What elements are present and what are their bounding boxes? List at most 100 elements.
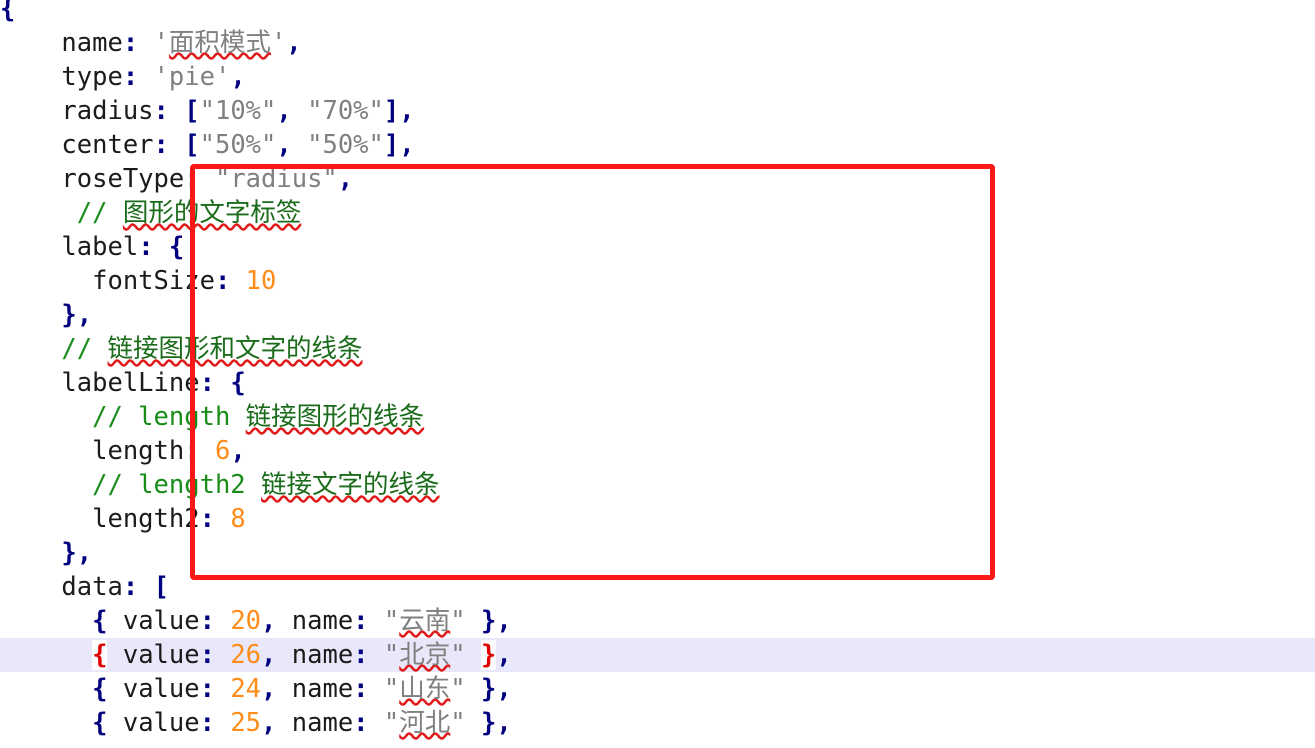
code-token-punct: , bbox=[286, 28, 302, 58]
code-token-comment-cn: 链接图形的线条 bbox=[245, 402, 425, 432]
code-line[interactable]: name: '面积模式', bbox=[0, 26, 1315, 60]
code-token-punct: ], bbox=[383, 130, 415, 160]
code-token-punct: { bbox=[230, 368, 246, 398]
code-line[interactable]: length2: 8 bbox=[0, 502, 1315, 536]
code-line[interactable]: { value: 26, name: "北京" }, bbox=[0, 638, 1315, 672]
code-token-key: center bbox=[61, 130, 154, 160]
code-token-key bbox=[169, 96, 184, 126]
code-line[interactable]: data: [ bbox=[0, 570, 1315, 604]
code-token-key bbox=[138, 62, 153, 92]
code-token-key bbox=[215, 606, 230, 636]
code-token-punct: { bbox=[92, 606, 108, 636]
code-line[interactable]: }, bbox=[0, 298, 1315, 332]
code-token-comment-cn: 链接文字的线条 bbox=[261, 470, 440, 500]
code-token-punct: { bbox=[92, 708, 108, 738]
code-line[interactable]: { value: 24, name: "山东" }, bbox=[0, 672, 1315, 706]
code-token-key bbox=[292, 96, 307, 126]
code-line[interactable]: type: 'pie', bbox=[0, 60, 1315, 94]
code-token-key bbox=[138, 572, 153, 602]
code-token-key bbox=[292, 130, 307, 160]
code-token-punct: : bbox=[122, 62, 139, 92]
code-token-punct: , bbox=[337, 164, 354, 194]
code-line[interactable]: // length2 链接文字的线条 bbox=[0, 468, 1315, 502]
code-token-str: " bbox=[383, 674, 400, 704]
code-line[interactable]: roseType: "radius", bbox=[0, 162, 1315, 196]
code-token-punct: , bbox=[261, 708, 277, 738]
code-token-punct: , bbox=[496, 640, 512, 670]
code-token-str: "50%" bbox=[307, 130, 384, 160]
code-token-punct: : bbox=[353, 640, 369, 670]
code-token-key: value bbox=[107, 606, 200, 636]
code-content[interactable]: { name: '面积模式', type: 'pie', radius: ["1… bbox=[0, 0, 1315, 740]
code-token-key: radius bbox=[61, 96, 154, 126]
code-token-punct: [ bbox=[184, 130, 200, 160]
code-token-str: " bbox=[450, 640, 466, 670]
code-token-str-cn: 北京 bbox=[399, 640, 451, 670]
code-line[interactable]: }, bbox=[0, 536, 1315, 570]
code-line[interactable]: label: { bbox=[0, 230, 1315, 264]
code-token-key bbox=[369, 674, 384, 704]
code-line[interactable]: length: 6, bbox=[0, 434, 1315, 468]
code-line[interactable]: fontSize: 10 bbox=[0, 264, 1315, 298]
code-token-key bbox=[169, 130, 184, 160]
code-token-key: type bbox=[61, 62, 123, 92]
code-token-comment-cn: 图形的文字标签 bbox=[122, 198, 302, 228]
code-line[interactable]: radius: ["10%", "70%"], bbox=[0, 94, 1315, 128]
code-token-brace-match: } bbox=[480, 640, 497, 670]
code-token-comment: // bbox=[61, 334, 108, 364]
code-token-key bbox=[215, 708, 230, 738]
code-token-punct: }, bbox=[480, 606, 512, 636]
code-token-punct: ], bbox=[383, 96, 415, 126]
code-line[interactable]: { value: 25, name: "河北" }, bbox=[0, 706, 1315, 740]
code-line[interactable]: labelLine: { bbox=[0, 366, 1315, 400]
code-token-key bbox=[466, 606, 481, 636]
code-token-punct: }, bbox=[480, 674, 512, 704]
code-line[interactable]: // length 链接图形的线条 bbox=[0, 400, 1315, 434]
code-token-str: " bbox=[383, 606, 400, 636]
code-token-num: 10 bbox=[245, 266, 277, 296]
code-token-str: " bbox=[450, 674, 466, 704]
code-token-key: length2 bbox=[92, 504, 200, 534]
code-line[interactable]: // 图形的文字标签 bbox=[0, 196, 1315, 230]
code-token-punct: , bbox=[261, 640, 277, 670]
code-token-key bbox=[369, 640, 384, 670]
code-line[interactable]: { value: 20, name: "云南" }, bbox=[0, 604, 1315, 638]
code-token-punct: , bbox=[276, 130, 292, 160]
code-token-punct: , bbox=[230, 436, 246, 466]
code-token-brace-match: { bbox=[92, 640, 108, 670]
code-token-str: " bbox=[383, 640, 400, 670]
code-token-key: name bbox=[276, 640, 354, 670]
code-token-str-cn: 河北 bbox=[399, 708, 451, 738]
code-token-punct: , bbox=[276, 96, 292, 126]
code-line[interactable]: // 链接图形和文字的线条 bbox=[0, 332, 1315, 366]
code-token-punct: : bbox=[184, 436, 200, 466]
code-token-key: data bbox=[61, 572, 123, 602]
code-token-key: labelLine bbox=[61, 368, 200, 398]
code-token-num: 6 bbox=[214, 436, 231, 466]
code-token-str: " bbox=[450, 606, 466, 636]
code-token-key: value bbox=[107, 640, 200, 670]
code-token-punct: : bbox=[153, 130, 169, 160]
code-token-comment: // length2 bbox=[92, 470, 262, 500]
code-token-punct: , bbox=[261, 606, 277, 636]
code-token-key bbox=[466, 708, 481, 738]
code-token-key bbox=[215, 368, 230, 398]
code-token-comment: // length bbox=[92, 402, 246, 432]
code-token-key bbox=[200, 164, 215, 194]
code-token-key: roseType bbox=[61, 164, 185, 194]
code-token-key bbox=[230, 266, 245, 296]
code-token-punct: : bbox=[122, 28, 139, 58]
code-line[interactable]: { bbox=[0, 0, 1315, 26]
code-editor[interactable]: { name: '面积模式', type: 'pie', radius: ["1… bbox=[0, 0, 1315, 748]
code-line[interactable]: center: ["50%", "50%"], bbox=[0, 128, 1315, 162]
code-token-key: fontSize bbox=[92, 266, 215, 296]
code-token-punct: : bbox=[122, 572, 139, 602]
